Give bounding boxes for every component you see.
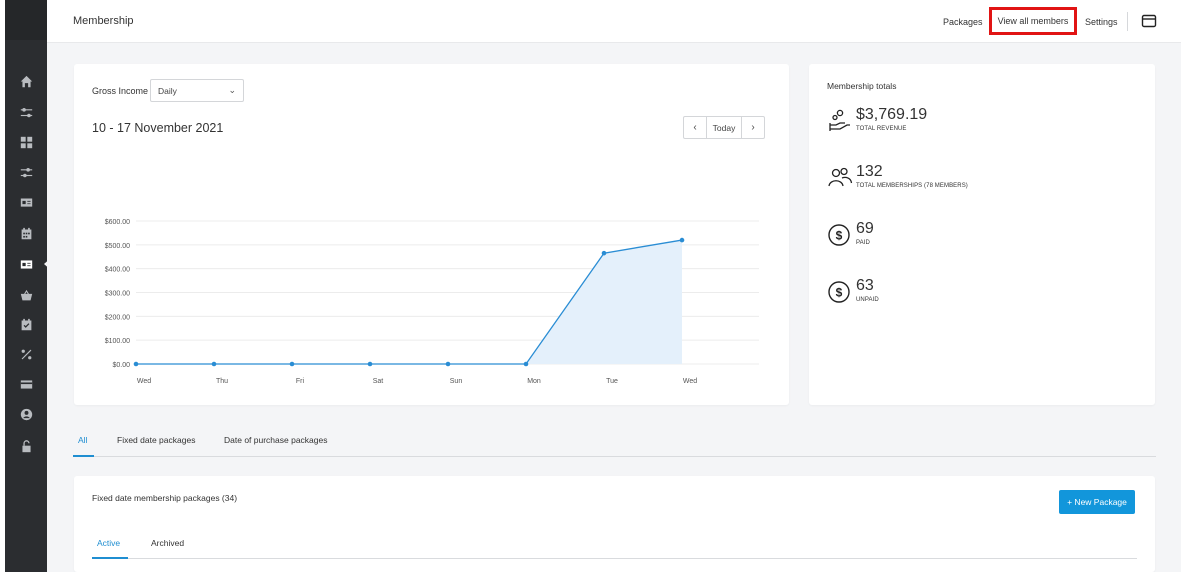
period-select-value: Daily (158, 86, 177, 96)
dollar-circle-icon: $ (828, 224, 850, 246)
y-tick-label: $0.00 (112, 362, 130, 369)
date-range-title: 10 - 17 November 2021 (92, 121, 224, 135)
data-point (679, 237, 685, 243)
page-title: Membership (73, 15, 134, 27)
total-revenue-label: TOTAL REVENUE (856, 126, 907, 132)
prev-period-button[interactable]: ‹ (684, 117, 706, 138)
tab-archived[interactable]: Archived (151, 538, 184, 548)
active-subtab-underline (92, 557, 128, 559)
total-memberships-label: TOTAL MEMBERSHIPS (78 MEMBERS) (856, 183, 968, 189)
unpaid-label: UNPAID (856, 297, 879, 303)
y-tick-label: $500.00 (105, 243, 130, 250)
data-point (601, 250, 607, 256)
membership-card-icon[interactable] (15, 253, 37, 275)
nav-view-all-members-link[interactable]: View all members (989, 7, 1077, 35)
gross-income-label: Gross Income (92, 86, 149, 96)
total-memberships-value: 132 (856, 163, 883, 180)
y-tick-label: $300.00 (105, 291, 130, 298)
grid-icon[interactable] (15, 131, 37, 153)
date-pager: ‹ Today › (683, 116, 765, 139)
x-tick-label: Wed (683, 378, 697, 385)
unpaid-value: 63 (856, 277, 874, 294)
header-divider (1127, 12, 1128, 31)
active-indicator (44, 257, 52, 271)
sidebar-logo-area (5, 0, 47, 40)
sliders-alt-icon[interactable] (15, 161, 37, 183)
x-tick-label: Tue (606, 378, 618, 385)
svg-text:$: $ (836, 229, 843, 243)
y-tick-label: $600.00 (105, 219, 130, 226)
dollar-circle-icon: $ (828, 281, 850, 303)
basket-icon[interactable] (15, 284, 37, 306)
packages-title: Fixed date membership packages (34) (92, 493, 238, 503)
fixed-date-packages-card: Fixed date membership packages (34) + Ne… (74, 476, 1155, 572)
today-button[interactable]: Today (706, 117, 742, 138)
sidebar (5, 0, 52, 572)
data-point (523, 361, 529, 367)
total-revenue-value: $3,769.19 (856, 106, 928, 123)
new-package-button[interactable]: + New Package (1059, 490, 1135, 514)
package-status-tabs: Active Archived (92, 528, 1137, 559)
calendar-icon[interactable] (15, 222, 37, 244)
user-circle-icon[interactable] (15, 403, 37, 425)
unpaid-stat: $ 63 UNPAID (827, 277, 1147, 317)
x-tick-label: Thu (216, 378, 228, 385)
tab-all[interactable]: All (78, 435, 87, 445)
tab-fixed-date-packages[interactable]: Fixed date packages (117, 435, 195, 445)
svg-text:$: $ (836, 286, 843, 300)
x-tick-label: Wed (137, 378, 151, 385)
next-period-button[interactable]: › (742, 117, 764, 138)
window-icon[interactable] (1141, 13, 1157, 29)
credit-card-icon[interactable] (15, 373, 37, 395)
total-revenue-stat: $3,769.19 TOTAL REVENUE (827, 106, 1147, 146)
data-point (133, 361, 139, 367)
data-point (367, 361, 373, 367)
gross-income-card: Gross Income Daily ⌄ 10 - 17 November 20… (74, 64, 789, 405)
x-tick-label: Sat (373, 378, 384, 385)
data-point (289, 361, 295, 367)
chevron-down-icon: ⌄ (228, 85, 236, 95)
sliders-icon[interactable] (15, 101, 37, 123)
gross-income-chart: $0.00 $100.00 $200.00 $300.00 $400.00 $500.00… (105, 219, 759, 385)
x-tick-label: Fri (296, 378, 305, 385)
home-icon[interactable] (15, 70, 37, 92)
paid-stat: $ 69 PAID (827, 220, 1147, 260)
paid-value: 69 (856, 220, 874, 237)
percent-icon[interactable] (15, 343, 37, 365)
id-card-icon[interactable] (15, 191, 37, 213)
hand-coin-icon (829, 109, 850, 131)
unlock-icon[interactable] (15, 435, 37, 457)
membership-totals-title: Membership totals (827, 81, 897, 91)
total-memberships-stat: 132 TOTAL MEMBERSHIPS (78 MEMBERS) (827, 163, 1147, 203)
tab-date-of-purchase-packages[interactable]: Date of purchase packages (224, 435, 327, 445)
nav-packages-link[interactable]: Packages (943, 0, 983, 43)
period-select[interactable]: Daily ⌄ (150, 79, 244, 102)
y-tick-label: $200.00 (105, 314, 130, 321)
y-tick-label: $100.00 (105, 338, 130, 345)
top-header: Membership Packages View all members Set… (47, 0, 1181, 43)
package-type-tabs: All Fixed date packages Date of purchase… (73, 425, 1156, 457)
x-tick-label: Mon (527, 378, 541, 385)
y-tick-label: $400.00 (105, 267, 130, 274)
data-point (211, 361, 217, 367)
tab-active[interactable]: Active (97, 538, 120, 548)
x-tick-label: Sun (450, 378, 463, 385)
paid-label: PAID (856, 240, 870, 246)
users-icon (828, 167, 853, 187)
nav-settings-link[interactable]: Settings (1085, 0, 1118, 43)
membership-totals-card: Membership totals $3,769.19 TOTAL REVENU… (809, 64, 1155, 405)
data-point (445, 361, 451, 367)
calendar-check-icon[interactable] (15, 313, 37, 335)
active-tab-underline (73, 455, 94, 457)
